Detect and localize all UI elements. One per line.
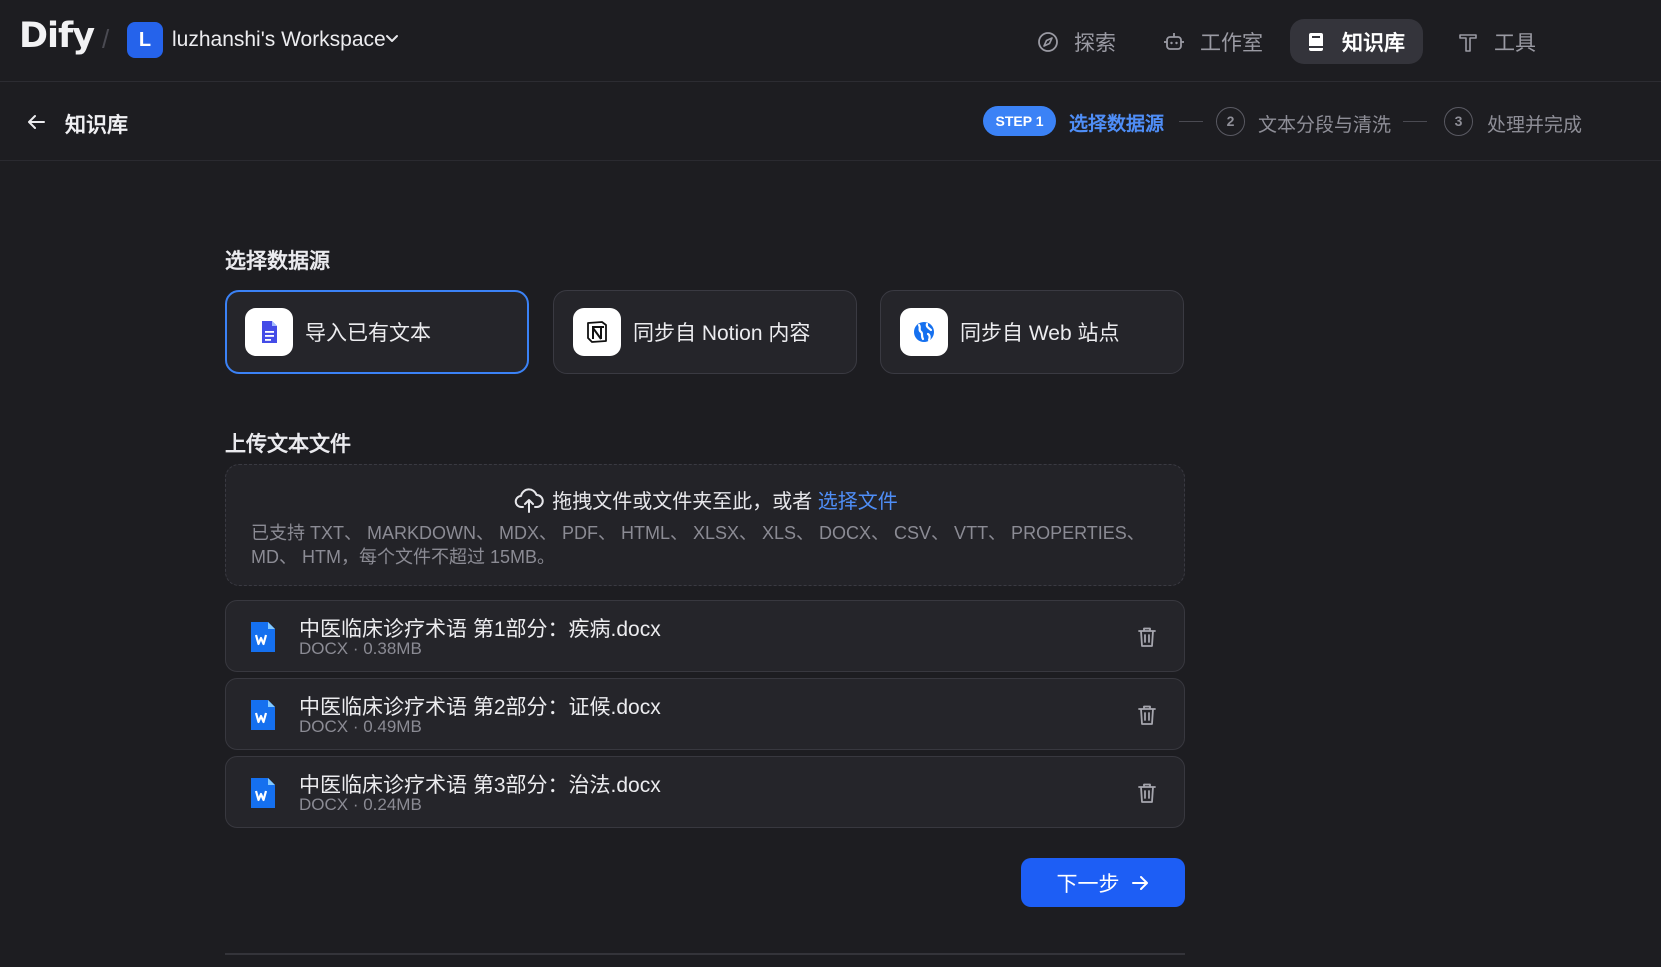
nav-tools[interactable]: 工具 <box>1442 19 1554 64</box>
upload-title: 上传文本文件 <box>225 433 351 456</box>
nav-explore[interactable]: 探索 <box>1022 19 1134 64</box>
page-subheader: 知识库 STEP 1 选择数据源 2 文本分段与清洗 3 处理并完成 <box>0 83 1661 161</box>
file-dropzone[interactable]: 拖拽文件或文件夹至此，或者 选择文件 已支持 TXT、 MARKDOWN、 MD… <box>225 464 1185 586</box>
source-option-label: 同步自 Notion 内容 <box>633 322 811 345</box>
trash-icon[interactable] <box>1135 625 1159 649</box>
step-1-badge: STEP 1 <box>983 106 1056 136</box>
document-icon <box>262 321 277 343</box>
dify-logo[interactable]: Dify <box>19 16 95 56</box>
next-step-button[interactable]: 下一步 <box>1021 858 1185 907</box>
nav-studio-label: 工作室 <box>1200 31 1263 55</box>
workspace-name[interactable]: luzhanshi's Workspace <box>172 28 386 52</box>
file-list-item: 中医临床诊疗术语 第1部分：疾病.docx DOCX · 0.38MB <box>225 600 1185 672</box>
step-3-label: 处理并完成 <box>1487 115 1583 136</box>
step-3-badge: 3 <box>1444 107 1473 136</box>
source-option-notion[interactable]: 同步自 Notion 内容 <box>553 290 857 374</box>
file-list-item: 中医临床诊疗术语 第2部分：证候.docx DOCX · 0.49MB <box>225 678 1185 750</box>
nav-tools-label: 工具 <box>1494 31 1536 55</box>
file-meta: DOCX · 0.38MB <box>299 639 422 658</box>
source-icon-wrap <box>245 308 293 356</box>
page-title: 知识库 <box>65 114 128 137</box>
robot-icon <box>1164 32 1184 50</box>
word-file-icon <box>251 622 275 652</box>
source-icon-wrap <box>573 308 621 356</box>
word-file-icon <box>251 700 275 730</box>
arrow-right-icon <box>1131 875 1148 890</box>
source-option-label: 导入已有文本 <box>305 322 431 345</box>
step-1-label: 选择数据源 <box>1069 114 1165 135</box>
hint-line-1: 已支持 TXT、 MARKDOWN、 MDX、 PDF、 HTML、 XLSX、… <box>251 523 1145 543</box>
arrow-left-icon[interactable] <box>25 111 47 133</box>
step-divider <box>1179 121 1203 122</box>
dropzone-prompt-line: 拖拽文件或文件夹至此，或者 选择文件 <box>226 485 1186 514</box>
book-icon <box>1309 32 1323 51</box>
file-meta: DOCX · 0.24MB <box>299 795 422 814</box>
step-divider <box>1403 121 1427 122</box>
nav-explore-label: 探索 <box>1074 31 1116 55</box>
chevron-down-icon[interactable] <box>384 30 400 46</box>
notion-icon <box>587 321 607 343</box>
nav-knowledge-label: 知识库 <box>1342 31 1405 55</box>
trash-icon[interactable] <box>1135 703 1159 727</box>
source-icon-wrap <box>900 308 948 356</box>
file-meta: DOCX · 0.49MB <box>299 717 422 736</box>
tools-icon <box>1459 33 1477 52</box>
datasource-title: 选择数据源 <box>225 250 330 273</box>
step-2-badge: 2 <box>1216 107 1245 136</box>
globe-icon <box>914 322 934 342</box>
workspace-avatar[interactable]: L <box>127 22 163 58</box>
cloud-upload-icon <box>515 488 544 513</box>
file-list-item: 中医临床诊疗术语 第3部分：治法.docx DOCX · 0.24MB <box>225 756 1185 828</box>
top-navbar: Dify / L luzhanshi's Workspace 探索 工作室 知识… <box>0 0 1661 82</box>
next-step-label: 下一步 <box>1056 872 1120 896</box>
trash-icon[interactable] <box>1135 781 1159 805</box>
nav-studio[interactable]: 工作室 <box>1148 19 1281 64</box>
supported-formats-hint: 已支持 TXT、 MARKDOWN、 MDX、 PDF、 HTML、 XLSX、… <box>251 521 1151 569</box>
choose-file-link[interactable]: 选择文件 <box>818 491 898 513</box>
compass-icon <box>1038 31 1058 52</box>
dropzone-prompt: 拖拽文件或文件夹至此，或者 <box>552 491 813 513</box>
word-file-icon <box>251 778 275 808</box>
source-option-web[interactable]: 同步自 Web 站点 <box>880 290 1184 374</box>
section-divider <box>225 953 1185 955</box>
source-option-label: 同步自 Web 站点 <box>960 322 1120 345</box>
nav-knowledge[interactable]: 知识库 <box>1290 19 1423 64</box>
workspace-separator: / <box>102 24 110 54</box>
source-option-file[interactable]: 导入已有文本 <box>225 290 529 374</box>
hint-line-2: MD、 HTM，每个文件不超过 15MB。 <box>251 547 556 567</box>
step-2-label: 文本分段与清洗 <box>1258 115 1392 136</box>
